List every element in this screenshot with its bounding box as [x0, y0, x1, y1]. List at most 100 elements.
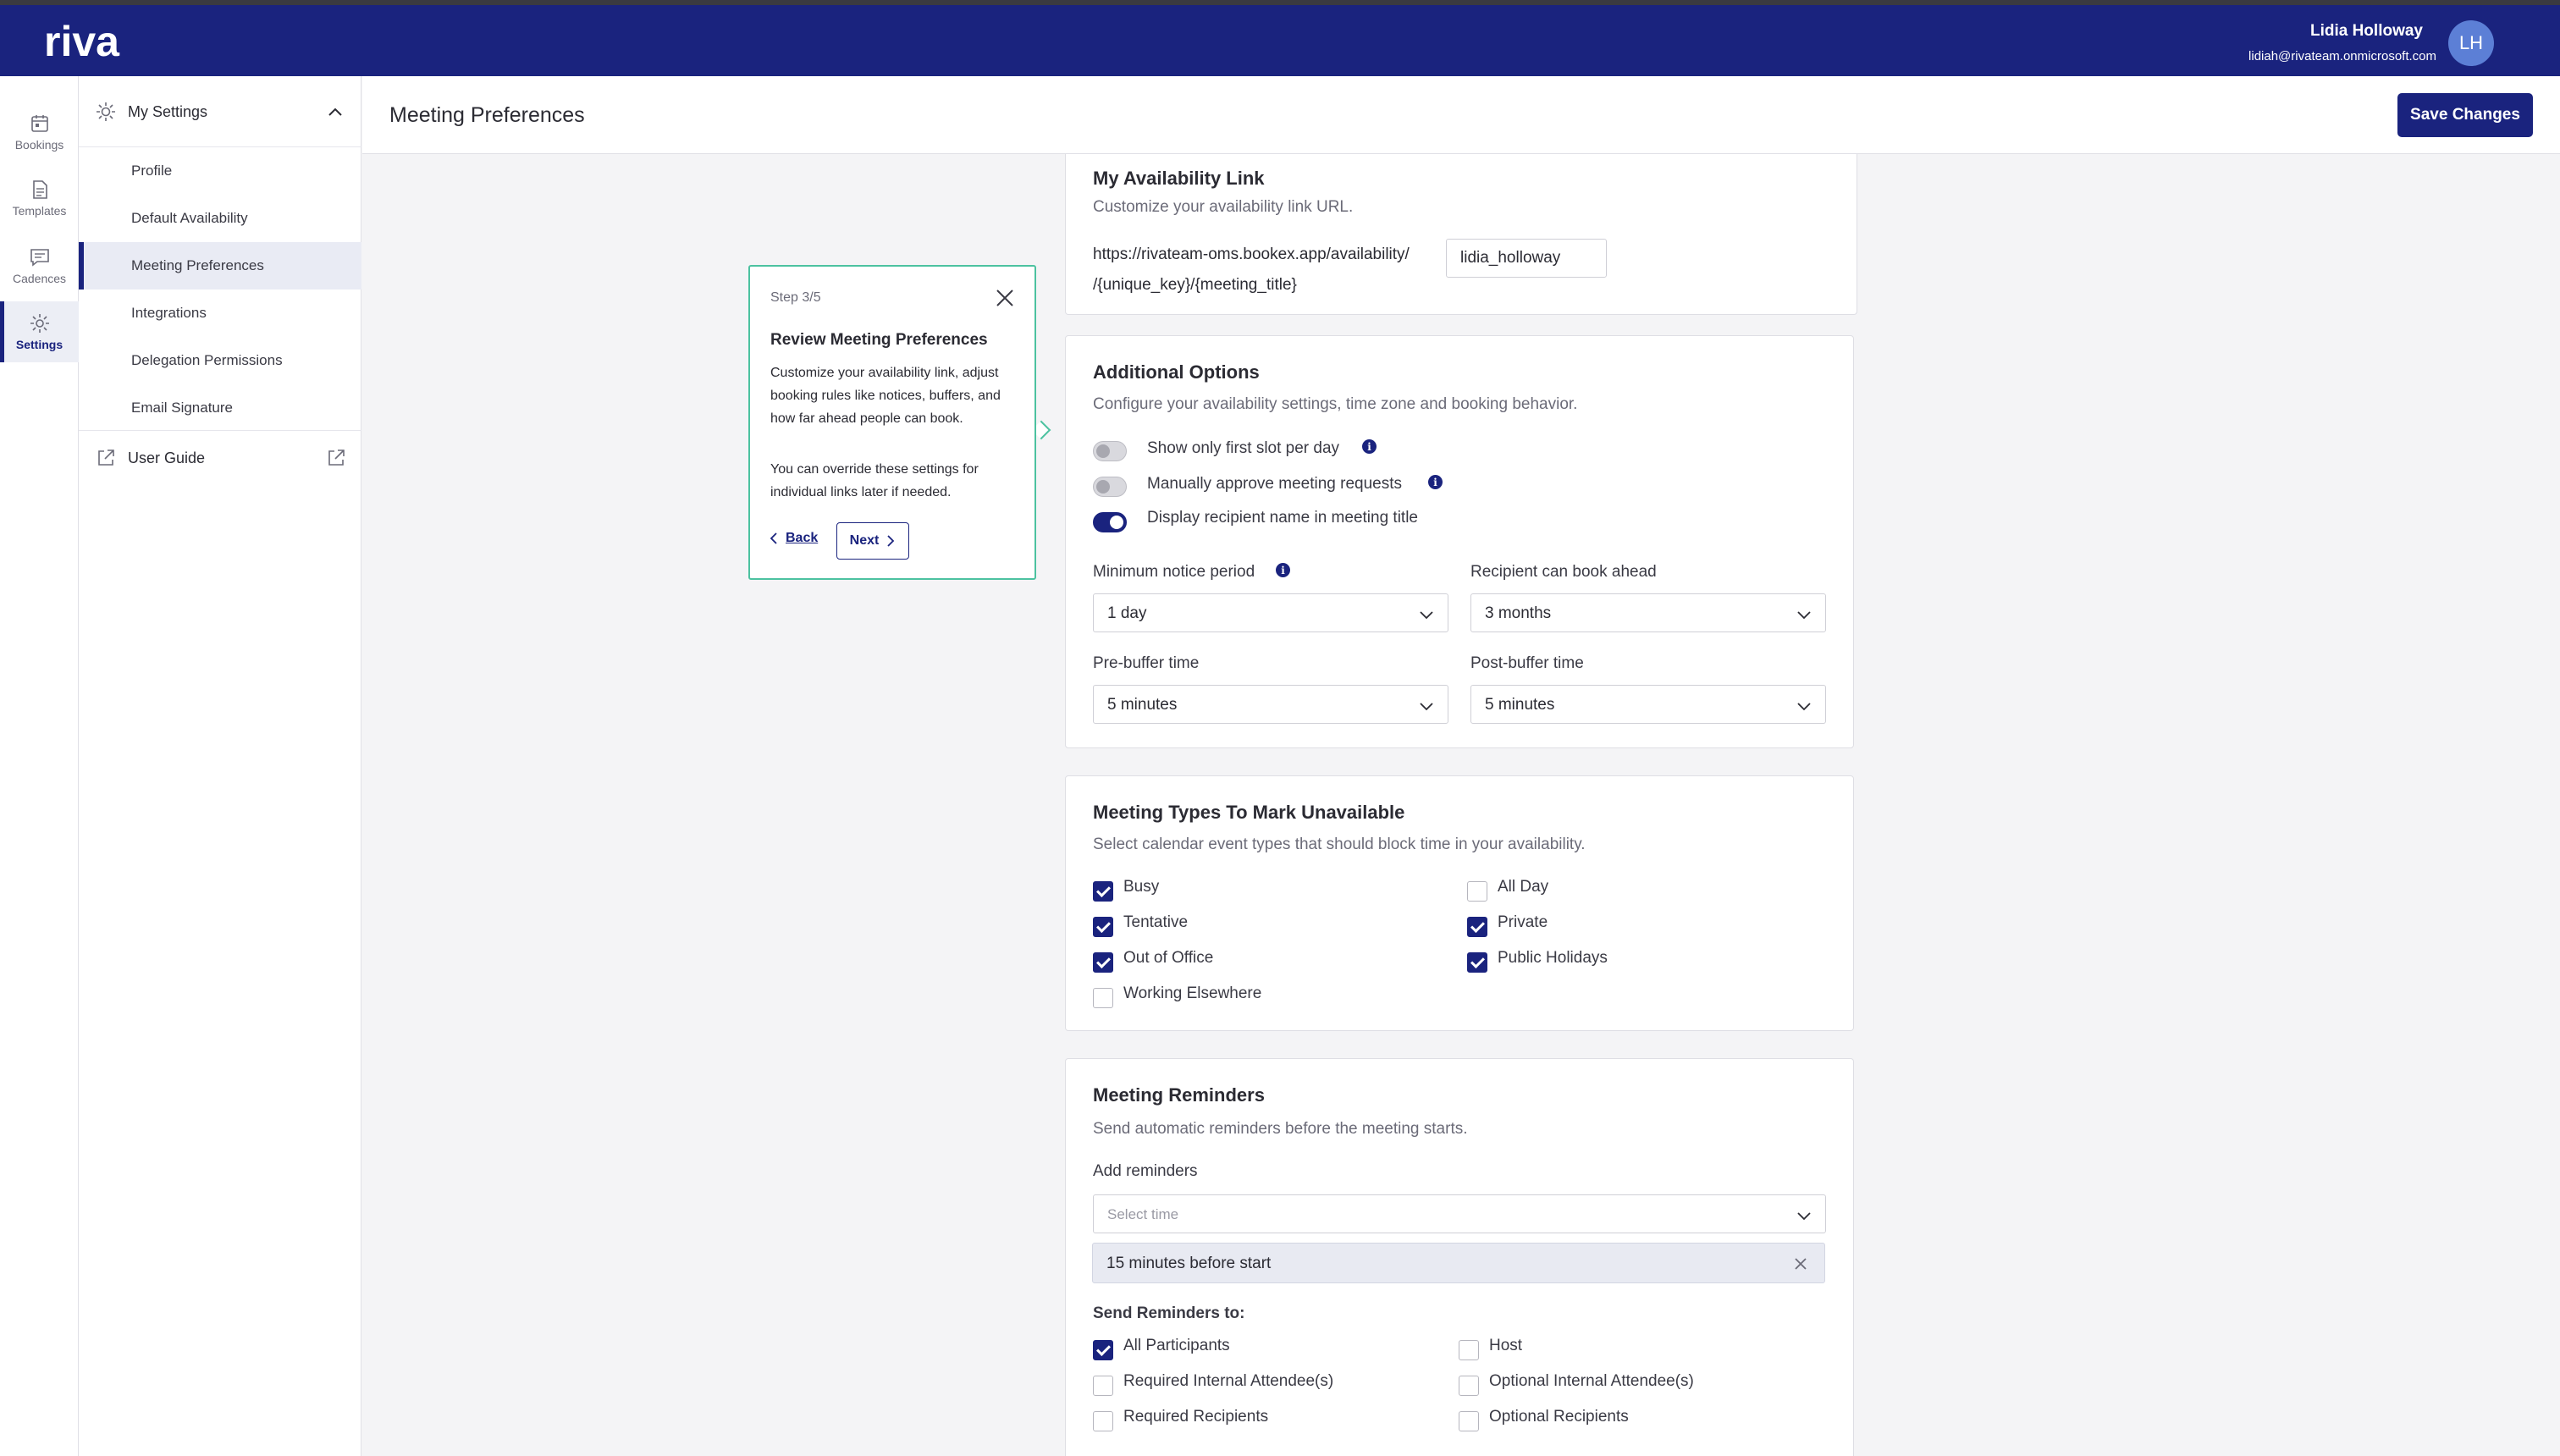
- nav-item-integrations[interactable]: Integrations: [79, 290, 361, 337]
- gear-icon: [97, 102, 115, 121]
- pre-buffer-select[interactable]: 5 minutes: [1093, 685, 1448, 724]
- info-icon[interactable]: i: [1276, 563, 1290, 577]
- tour-next-label: Next: [849, 533, 880, 548]
- rail-label: Templates: [12, 204, 67, 218]
- rail-item-bookings[interactable]: Bookings: [0, 102, 79, 163]
- availability-link-card: My Availability Link Customize your avai…: [1065, 154, 1857, 315]
- user-guide-label: User Guide: [128, 449, 206, 466]
- checkbox-label: Private: [1498, 913, 1548, 931]
- svg-text:riva: riva: [44, 19, 120, 63]
- meeting-types-card: Meeting Types To Mark Unavailable Select…: [1065, 775, 1854, 1031]
- info-icon[interactable]: i: [1362, 439, 1377, 454]
- checkbox-label: Optional Recipients: [1489, 1408, 1629, 1426]
- checkbox-label: Busy: [1123, 878, 1160, 896]
- rail-item-templates[interactable]: Templates: [0, 168, 79, 229]
- tour-back-label: Back: [786, 531, 819, 545]
- nav-item-delegation-permissions[interactable]: Delegation Permissions: [79, 337, 361, 384]
- nav-user-guide[interactable]: User Guide: [79, 430, 361, 483]
- settings-nav: My Settings Profile Default Availability…: [79, 76, 361, 1456]
- checkbox-label: Out of Office: [1123, 949, 1214, 967]
- select-placeholder: Select time: [1107, 1206, 1179, 1222]
- checkbox-working-elsewhere[interactable]: [1093, 988, 1113, 1008]
- chat-icon: [30, 249, 49, 267]
- tour-title: Review Meeting Preferences: [770, 331, 988, 349]
- checkbox-all-day[interactable]: [1467, 881, 1487, 902]
- onboarding-tour-popover: Step 3/5 Review Meeting Preferences Cust…: [748, 265, 1036, 580]
- toggle-label: Show only first slot per day: [1147, 439, 1340, 457]
- rail-label: Cadences: [12, 272, 67, 285]
- card-title: Additional Options: [1093, 361, 1260, 383]
- checkbox-label: Required Recipients: [1123, 1408, 1269, 1426]
- checkbox-optional-internal[interactable]: [1459, 1376, 1479, 1396]
- reminder-chip-label: 15 minutes before start: [1106, 1255, 1272, 1272]
- tour-next-button[interactable]: Next: [836, 522, 909, 560]
- reminder-time-select[interactable]: Select time: [1093, 1194, 1826, 1233]
- availability-slug-input[interactable]: [1446, 239, 1607, 278]
- checkbox-public-holidays[interactable]: [1467, 952, 1487, 973]
- nav-item-default-availability[interactable]: Default Availability: [79, 195, 361, 242]
- rail-item-cadences[interactable]: Cadences: [0, 235, 79, 296]
- checkbox-optional-recipients[interactable]: [1459, 1411, 1479, 1431]
- checkbox-label: Optional Internal Attendee(s): [1489, 1372, 1694, 1390]
- user-email: lidiah@rivateam.onmicrosoft.com: [2248, 49, 2436, 63]
- tour-step-indicator: Step 3/5: [770, 290, 821, 305]
- my-settings-header[interactable]: My Settings: [79, 76, 361, 147]
- checkbox-busy[interactable]: [1093, 881, 1113, 902]
- checkbox-label: Tentative: [1123, 913, 1189, 931]
- my-settings-label: My Settings: [128, 103, 208, 120]
- checkbox-out-of-office[interactable]: [1093, 952, 1113, 973]
- toggle-display-recipient[interactable]: [1093, 512, 1127, 532]
- card-subtitle: Customize your availability link URL.: [1093, 198, 1354, 216]
- tour-back-button[interactable]: Back: [769, 531, 818, 546]
- nav-item-meeting-preferences[interactable]: Meeting Preferences: [79, 242, 361, 290]
- riva-logo[interactable]: riva: [44, 19, 171, 63]
- checkbox-label: All Day: [1498, 878, 1549, 896]
- checkbox-label: All Participants: [1123, 1337, 1230, 1354]
- rail-label: Bookings: [14, 138, 64, 152]
- nav-item-profile[interactable]: Profile: [79, 147, 361, 195]
- select-value: 5 minutes: [1485, 696, 1555, 714]
- save-changes-button[interactable]: Save Changes: [2397, 93, 2533, 137]
- checkbox-private[interactable]: [1467, 917, 1487, 937]
- checkbox-tentative[interactable]: [1093, 917, 1113, 937]
- card-title: Meeting Reminders: [1093, 1084, 1265, 1106]
- open-external-icon[interactable]: [326, 448, 346, 468]
- book-ahead-select[interactable]: 3 months: [1470, 593, 1826, 632]
- close-icon[interactable]: [1792, 1255, 1809, 1272]
- card-title: My Availability Link: [1093, 168, 1265, 189]
- user-avatar[interactable]: LH: [2448, 20, 2494, 66]
- app-rail: Bookings Templates Cadences Settings: [0, 76, 79, 1456]
- checkbox-host[interactable]: [1459, 1340, 1479, 1360]
- post-buffer-label: Post-buffer time: [1470, 654, 1584, 672]
- checkbox-all-participants[interactable]: [1093, 1340, 1113, 1360]
- checkbox-required-internal[interactable]: [1093, 1376, 1113, 1396]
- select-value: 5 minutes: [1107, 696, 1178, 714]
- book-ahead-label: Recipient can book ahead: [1470, 563, 1657, 581]
- checkbox-required-recipients[interactable]: [1093, 1411, 1113, 1431]
- chevron-up-icon[interactable]: [326, 103, 345, 122]
- user-name[interactable]: Lidia Holloway: [2310, 22, 2423, 41]
- post-buffer-select[interactable]: 5 minutes: [1470, 685, 1826, 724]
- card-subtitle: Send automatic reminders before the meet…: [1093, 1120, 1468, 1138]
- nav-item-email-signature[interactable]: Email Signature: [79, 384, 361, 432]
- chevron-left-icon: [770, 532, 777, 544]
- close-icon[interactable]: [994, 287, 1016, 309]
- select-value: 1 day: [1107, 604, 1147, 622]
- info-icon[interactable]: i: [1428, 475, 1443, 489]
- add-reminders-label: Add reminders: [1093, 1162, 1198, 1180]
- additional-options-card: Additional Options Configure your availa…: [1065, 335, 1854, 748]
- availability-url-suffix: /{unique_key}/{meeting_title}: [1093, 276, 1297, 294]
- toggle-manual-approve[interactable]: [1093, 477, 1127, 497]
- availability-base-url: https://rivateam-oms.bookex.app/availabi…: [1093, 245, 1410, 263]
- rail-item-settings[interactable]: Settings: [0, 301, 79, 362]
- min-notice-select[interactable]: 1 day: [1093, 593, 1448, 632]
- chevron-down-icon: [1420, 611, 1433, 620]
- toggle-first-slot[interactable]: [1093, 441, 1127, 461]
- tour-body: Customize your availability link, adjust…: [770, 366, 1001, 426]
- document-icon: [32, 180, 47, 199]
- send-to-label: Send Reminders to:: [1093, 1304, 1245, 1322]
- toggle-label: Display recipient name in meeting title: [1147, 509, 1418, 527]
- rail-label: Settings: [15, 338, 63, 351]
- pre-buffer-label: Pre-buffer time: [1093, 654, 1200, 672]
- card-subtitle: Select calendar event types that should …: [1093, 836, 1586, 853]
